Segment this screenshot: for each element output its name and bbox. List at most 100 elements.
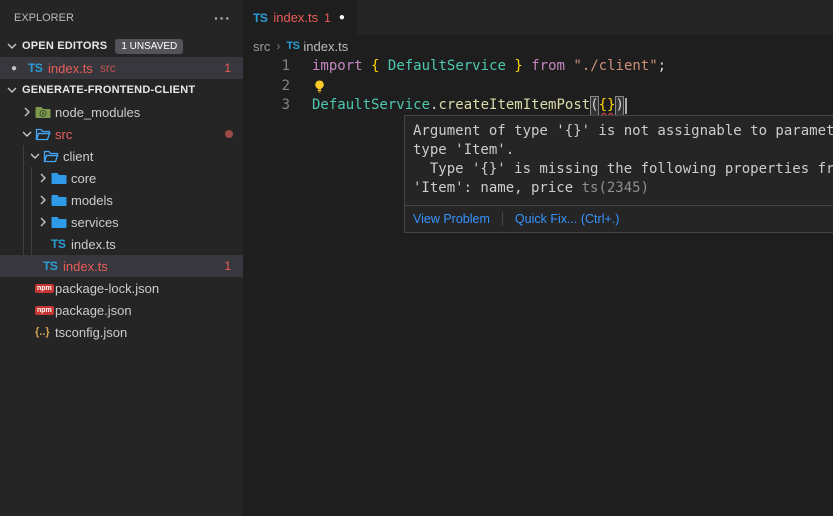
quick-fix-link[interactable]: Quick Fix... (Ctrl+.) bbox=[515, 212, 620, 226]
tree-item-client[interactable]: client bbox=[0, 145, 243, 167]
quick-fix-lightbulb-icon[interactable] bbox=[312, 79, 327, 94]
tree-item-label: tsconfig.json bbox=[55, 325, 127, 340]
tree-item-label: package-lock.json bbox=[55, 281, 159, 296]
code-editor[interactable]: 1import { DefaultService } from "./clien… bbox=[243, 57, 833, 116]
tree-item-package-lock-json[interactable]: npmpackage-lock.json bbox=[0, 277, 243, 299]
modified-dot-icon[interactable]: ● bbox=[339, 12, 345, 23]
chevron-down-icon bbox=[19, 126, 35, 142]
explorer-title: EXPLORER bbox=[14, 12, 214, 24]
problem-count-badge: 1 bbox=[224, 61, 231, 75]
chevron-right-icon bbox=[35, 170, 51, 186]
tree-item-tsconfig-json[interactable]: {..}tsconfig.json bbox=[0, 321, 243, 343]
breadcrumb-folder[interactable]: src bbox=[253, 39, 270, 54]
open-editors-header[interactable]: OPEN EDITORS 1 UNSAVED bbox=[0, 35, 243, 57]
folder-npm-icon bbox=[35, 105, 55, 119]
npm-icon: npm bbox=[35, 306, 55, 315]
tab-bar: TS index.ts 1 ● bbox=[243, 0, 833, 35]
tree-item-label: src bbox=[55, 127, 72, 142]
folder-open-icon bbox=[43, 149, 63, 163]
breadcrumb: src › TS index.ts bbox=[243, 35, 833, 57]
folder-open-icon bbox=[35, 127, 55, 141]
folder-icon bbox=[51, 193, 71, 207]
code-token: "./client" bbox=[573, 57, 657, 77]
line-number: 2 bbox=[243, 77, 290, 97]
ts-icon: TS bbox=[51, 237, 71, 251]
code-token bbox=[506, 57, 514, 77]
line-number: 3 bbox=[243, 96, 290, 116]
code-line-1[interactable]: 1import { DefaultService } from "./clien… bbox=[243, 57, 833, 77]
tree-item-services[interactable]: services bbox=[0, 211, 243, 233]
code-token: } bbox=[514, 57, 522, 77]
code-token: ( bbox=[590, 96, 598, 116]
explorer-sidebar: EXPLORER ··· OPEN EDITORS 1 UNSAVED ● TS… bbox=[0, 0, 243, 516]
tree-item-label: index.ts bbox=[71, 237, 116, 252]
error-message-line: Type '{}' is missing the following prope… bbox=[413, 160, 833, 179]
open-editor-file-path: src bbox=[100, 61, 116, 75]
error-message-line: 'Item': name, price ts(2345) bbox=[413, 179, 833, 198]
view-problem-link[interactable]: View Problem bbox=[413, 212, 490, 226]
modified-dot-icon: ● bbox=[0, 63, 28, 74]
action-separator bbox=[502, 212, 503, 226]
tree-item-node-modules[interactable]: node_modules bbox=[0, 101, 243, 123]
workspace-folder-header[interactable]: GENERATE-FRONTEND-CLIENT bbox=[0, 79, 243, 101]
tab-title: index.ts bbox=[273, 10, 318, 25]
code-token: DefaultService bbox=[312, 96, 430, 116]
code-token: ; bbox=[658, 57, 666, 77]
error-message-line: Argument of type '{}' is not assignable … bbox=[413, 122, 833, 141]
text-cursor bbox=[625, 98, 627, 114]
more-actions-icon[interactable]: ··· bbox=[214, 10, 231, 26]
chevron-right-icon bbox=[35, 214, 51, 230]
open-editor-item-index-ts[interactable]: ● TS index.ts src 1 bbox=[0, 57, 243, 79]
tree-item-src[interactable]: src bbox=[0, 123, 243, 145]
line-number: 1 bbox=[243, 57, 290, 77]
code-line-2[interactable]: 2 bbox=[243, 77, 833, 97]
chevron-down-icon bbox=[4, 38, 20, 54]
unsaved-badge: 1 UNSAVED bbox=[115, 39, 183, 54]
code-token: { bbox=[371, 57, 379, 77]
error-code: ts(2345) bbox=[573, 180, 649, 196]
tree-item-package-json[interactable]: npmpackage.json bbox=[0, 299, 243, 321]
hover-actions: View Problem Quick Fix... (Ctrl+.) bbox=[405, 205, 833, 232]
code-token: ) bbox=[615, 96, 623, 116]
line-content: DefaultService.createItemItemPost({}) bbox=[312, 96, 627, 116]
folder-icon bbox=[51, 171, 71, 185]
open-editors-label: OPEN EDITORS bbox=[22, 40, 107, 52]
tree-item-index-ts[interactable]: TSindex.ts1 bbox=[0, 255, 243, 277]
chevron-right-icon bbox=[35, 192, 51, 208]
breadcrumb-file-name: index.ts bbox=[303, 39, 348, 54]
tree-item-label: models bbox=[71, 193, 113, 208]
tree-item-index-ts[interactable]: TSindex.ts bbox=[0, 233, 243, 255]
braces-icon: {..} bbox=[35, 326, 55, 338]
folder-icon bbox=[51, 215, 71, 229]
workspace-folder-name: GENERATE-FRONTEND-CLIENT bbox=[22, 84, 195, 96]
typescript-file-icon: TS bbox=[286, 40, 299, 52]
vscode-window: EXPLORER ··· OPEN EDITORS 1 UNSAVED ● TS… bbox=[0, 0, 833, 516]
tree-item-label: services bbox=[71, 215, 119, 230]
code-line-3[interactable]: 3 DefaultService.createItemItemPost({}) bbox=[243, 96, 833, 116]
tab-index-ts[interactable]: TS index.ts 1 ● bbox=[243, 0, 357, 35]
tree-item-models[interactable]: models bbox=[0, 189, 243, 211]
file-tree: node_modulessrcclientcoremodelsservicesT… bbox=[0, 101, 243, 343]
tree-item-core[interactable]: core bbox=[0, 167, 243, 189]
error-message: Argument of type '{}' is not assignable … bbox=[405, 116, 833, 205]
problem-count-badge: 1 bbox=[224, 259, 231, 273]
typescript-file-icon: TS bbox=[28, 61, 48, 75]
npm-icon: npm bbox=[35, 284, 55, 293]
code-token: from bbox=[531, 57, 565, 77]
chevron-down-icon bbox=[4, 82, 20, 98]
tree-item-label: core bbox=[71, 171, 96, 186]
code-token: DefaultService bbox=[388, 57, 506, 77]
code-token bbox=[363, 57, 371, 77]
code-token bbox=[523, 57, 531, 77]
error-message-line: type 'Item'. bbox=[413, 141, 833, 160]
breadcrumb-file[interactable]: TS index.ts bbox=[286, 39, 348, 54]
tree-item-label: node_modules bbox=[55, 105, 140, 120]
typescript-file-icon: TS bbox=[253, 11, 267, 25]
open-editor-file-name: index.ts bbox=[48, 61, 93, 76]
chevron-right-icon bbox=[19, 104, 35, 120]
ts-icon: TS bbox=[43, 259, 63, 273]
tree-item-label: package.json bbox=[55, 303, 132, 318]
error-hover-tooltip: Argument of type '{}' is not assignable … bbox=[404, 115, 833, 233]
editor-group: TS index.ts 1 ● src › TS index.ts 1impor… bbox=[243, 0, 833, 516]
tree-item-label: client bbox=[63, 149, 93, 164]
